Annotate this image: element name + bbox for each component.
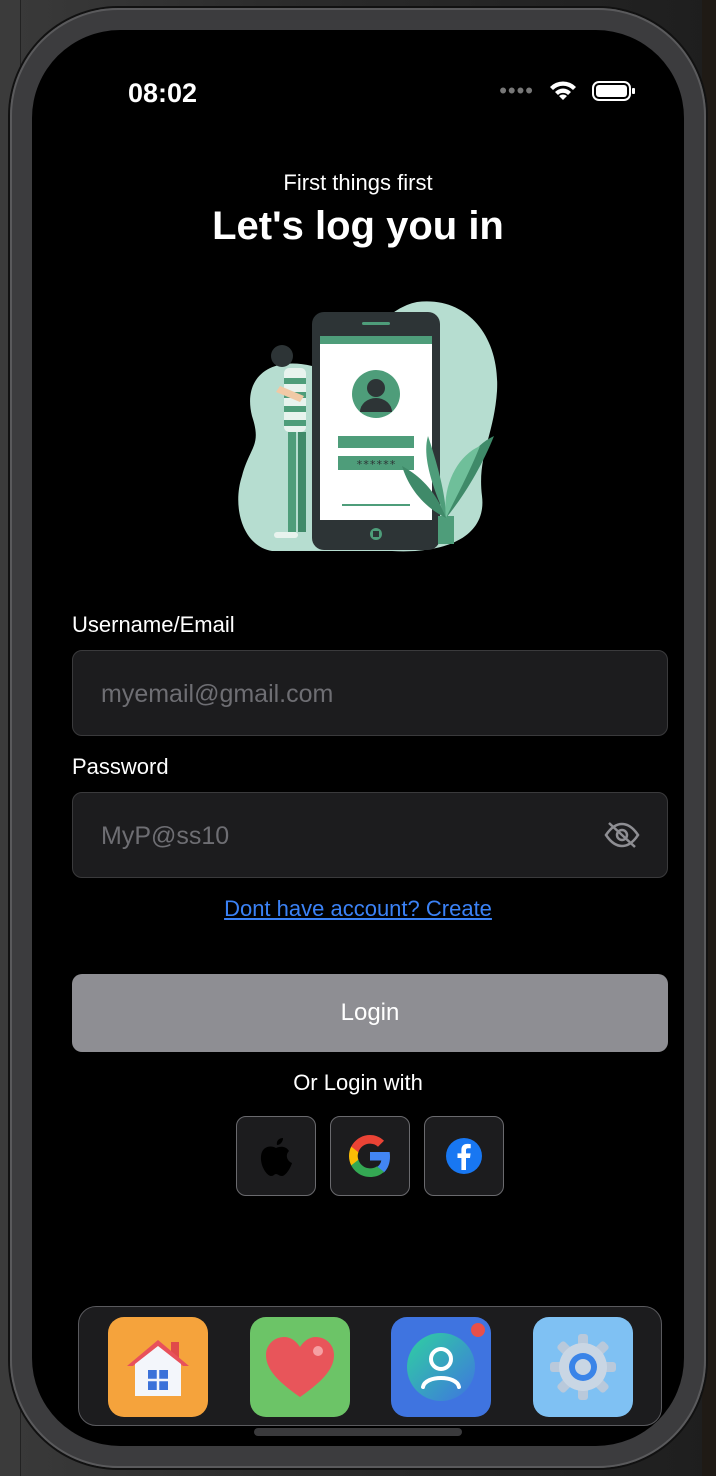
google-login-button[interactable]	[330, 1116, 410, 1196]
app-dock	[78, 1306, 662, 1426]
heart-icon	[266, 1337, 334, 1397]
login-illustration: ******	[238, 301, 498, 552]
status-time: 08:02	[128, 78, 198, 108]
password-label: Password	[72, 754, 169, 779]
dock-profile-app[interactable]	[391, 1317, 491, 1417]
home-icon	[127, 1340, 189, 1396]
facebook-icon	[446, 1138, 482, 1174]
create-account-link[interactable]: Dont have account? Create	[32, 896, 684, 922]
username-field[interactable]	[72, 650, 668, 737]
password-mask-text: ******	[356, 458, 396, 471]
eye-slash-icon[interactable]	[603, 819, 641, 851]
phone-frame: 08:02 •••• First things first Let's log …	[10, 8, 706, 1468]
password-input[interactable]	[99, 793, 603, 879]
login-button[interactable]: Login	[72, 974, 668, 1052]
dock-favorites-app[interactable]	[250, 1317, 350, 1417]
notification-dot	[471, 1323, 485, 1337]
phone-screen: 08:02 •••• First things first Let's log …	[32, 30, 684, 1446]
apple-login-button[interactable]	[236, 1116, 316, 1196]
dock-home-app[interactable]	[108, 1317, 208, 1417]
signal-dots-icon: ••••	[499, 78, 534, 103]
facebook-login-button[interactable]	[424, 1116, 504, 1196]
gear-icon	[550, 1334, 616, 1400]
login-subtitle: First things first	[283, 170, 433, 195]
username-label: Username/Email	[72, 612, 235, 637]
password-field[interactable]	[72, 792, 668, 879]
login-title: Let's log you in	[212, 204, 504, 248]
profile-icon	[407, 1333, 475, 1401]
wifi-icon	[550, 81, 576, 100]
google-icon	[349, 1135, 390, 1177]
home-indicator[interactable]	[254, 1428, 462, 1436]
apple-icon	[260, 1138, 292, 1176]
or-login-with-text: Or Login with	[293, 1070, 423, 1095]
username-input[interactable]	[99, 651, 603, 737]
dock-settings-app[interactable]	[533, 1317, 633, 1417]
status-icons: ••••	[499, 80, 636, 102]
battery-icon	[592, 81, 635, 101]
